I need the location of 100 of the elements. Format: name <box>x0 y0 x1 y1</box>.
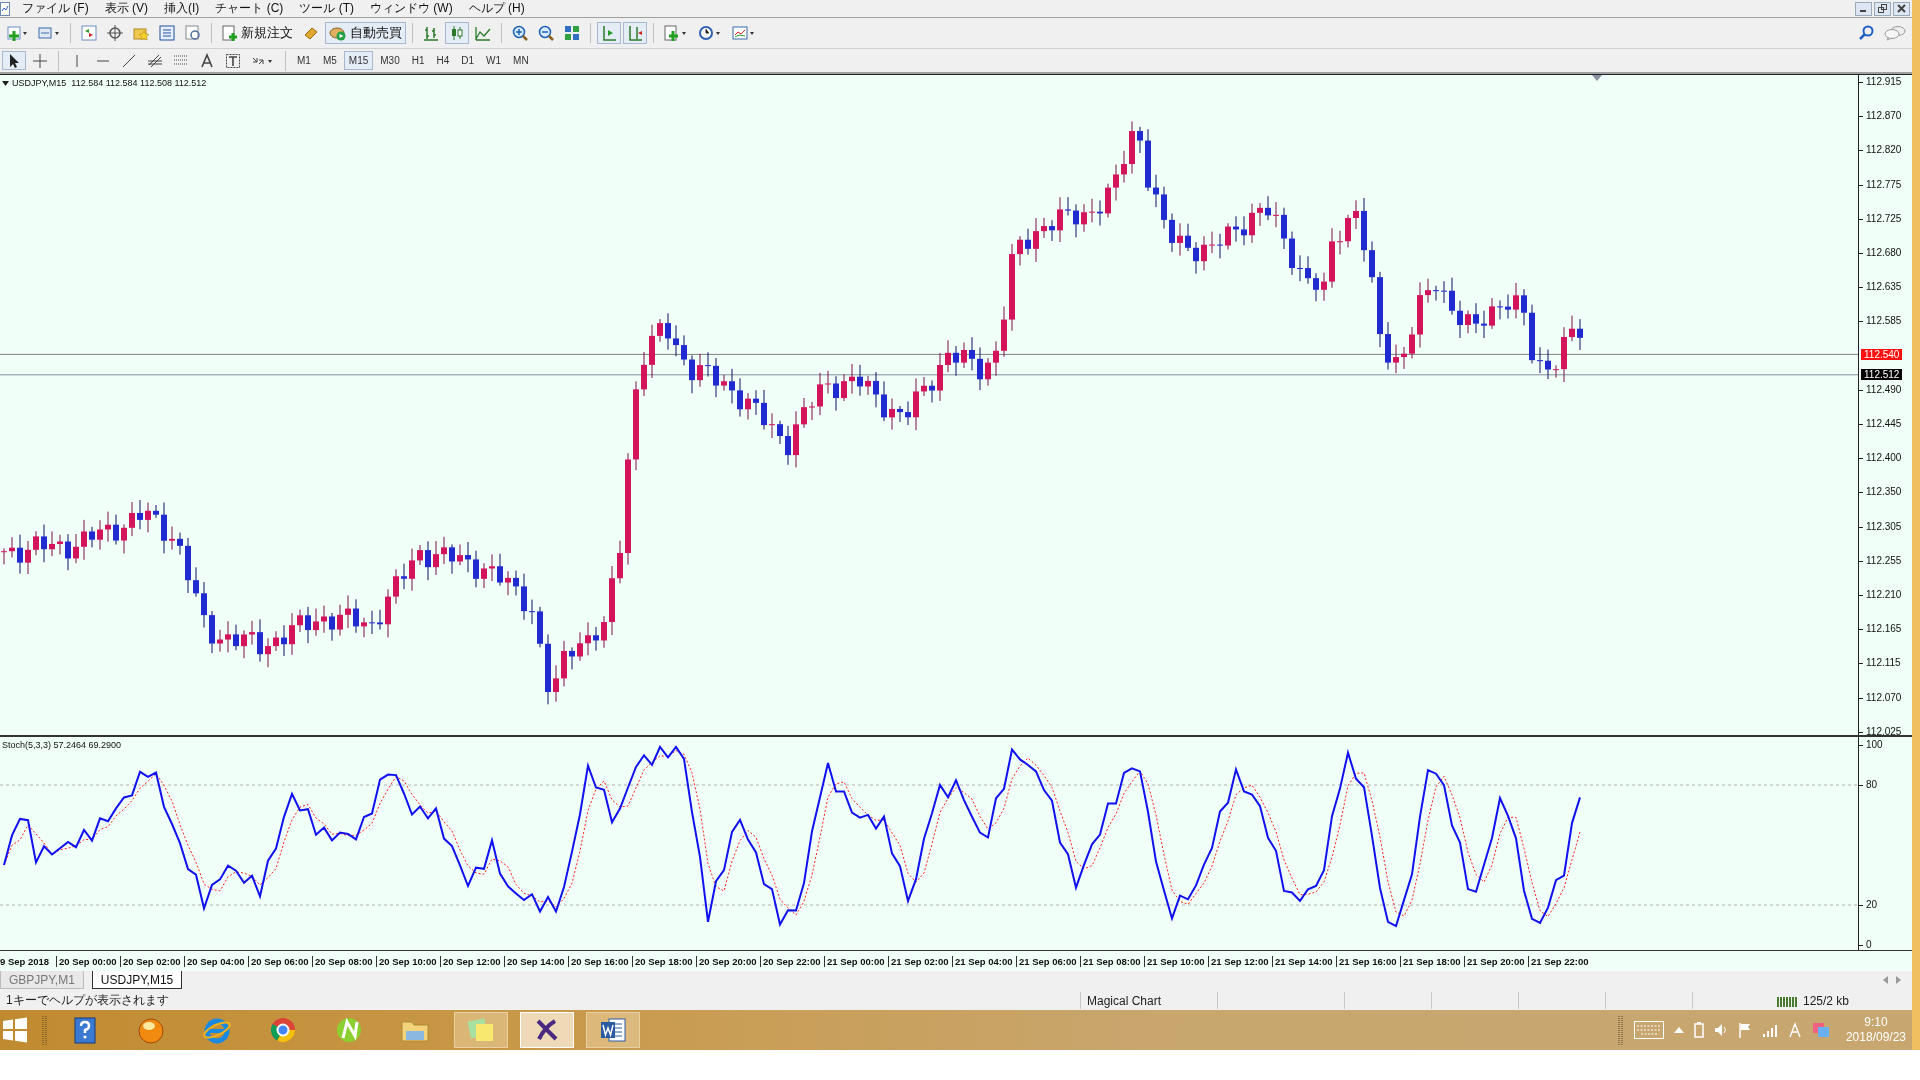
price-label: 112.680 <box>1862 247 1902 259</box>
candlestick-button[interactable] <box>445 22 469 44</box>
menu-item[interactable]: 挿入(I) <box>158 0 210 17</box>
line-chart-icon <box>475 25 491 41</box>
battery-icon <box>1693 1022 1704 1038</box>
traffic-text: 125/2 kb <box>1803 993 1850 1008</box>
close-icon <box>1897 4 1906 13</box>
time-label: 21 Sep 18:00 <box>1400 955 1464 967</box>
auto-scroll-icon <box>601 25 617 41</box>
ask-price-marker: 112.540 <box>1861 349 1903 360</box>
time-label: 20 Sep 14:00 <box>504 955 568 967</box>
menu-item[interactable]: ツール (T) <box>293 0 364 17</box>
start-icon[interactable] <box>2 1017 28 1043</box>
time-label: 21 Sep 14:00 <box>1272 955 1336 967</box>
menu-item[interactable]: ヘルプ (H) <box>462 0 535 17</box>
clock-date: 2018/09/23 <box>1845 1030 1906 1045</box>
level-label: 0 <box>1862 939 1872 951</box>
timeframe-button[interactable]: M15 <box>343 51 374 70</box>
flag-icon[interactable] <box>1737 1022 1752 1038</box>
scroll-right-icon[interactable] <box>1896 976 1902 984</box>
clock-time: 9:10 <box>1864 1015 1888 1030</box>
level-label: 100 <box>1862 739 1883 751</box>
chart-shift-icon <box>627 25 643 41</box>
keyboard-icon[interactable] <box>1633 1021 1664 1039</box>
time-label: 21 Sep 04:00 <box>952 955 1016 967</box>
level-label: 80 <box>1862 779 1878 791</box>
caret-up-icon[interactable] <box>1673 1027 1684 1033</box>
price-label: 112.725 <box>1862 212 1902 225</box>
indicator-info: Stoch(5,3,3) 57.2464 69.2900 <box>2 740 122 750</box>
price-label: 112.210 <box>1862 589 1902 601</box>
price-label: 112.070 <box>1862 691 1902 704</box>
profile-name: Magical Chart <box>1081 992 1218 1009</box>
time-label: 20 Sep 16:00 <box>568 955 632 967</box>
ime-icon[interactable] <box>1787 1022 1802 1038</box>
document-icon[interactable] <box>586 1012 640 1048</box>
time-label: 21 Sep 10:00 <box>1144 955 1208 967</box>
connection-bars-icon <box>1777 994 1799 1007</box>
x-shape-icon[interactable] <box>520 1012 574 1048</box>
time-label: 21 Sep 06:00 <box>1016 955 1080 967</box>
time-label: 21 Sep 20:00 <box>1464 955 1528 967</box>
close-button[interactable] <box>1893 1 1910 16</box>
price-label: 112.400 <box>1862 452 1902 465</box>
chart-tab[interactable]: GBPJPY,M1 <box>0 971 84 989</box>
timeframe-button[interactable]: M1 <box>292 51 316 70</box>
menu-item[interactable]: ファイル (F) <box>16 0 99 17</box>
chart-shift-button[interactable] <box>623 22 647 44</box>
price-label: 112.025 <box>1862 725 1902 738</box>
time-label: 20 Sep 02:00 <box>120 955 184 967</box>
timeframe-button[interactable]: M30 <box>375 51 405 70</box>
price-label: 112.350 <box>1862 486 1902 499</box>
help-hint: 1キーでヘルプが表示されます <box>0 992 1081 1009</box>
time-label: 9 Sep 2018 <box>0 955 51 967</box>
timeframe-button[interactable]: M5 <box>317 51 342 70</box>
price-label: 112.635 <box>1862 281 1902 294</box>
menu-item[interactable]: ウィンドウ (W) <box>364 0 463 17</box>
price-label: 112.115 <box>1862 657 1901 670</box>
time-label: 20 Sep 06:00 <box>248 955 312 967</box>
price-label: 112.255 <box>1862 554 1902 567</box>
shift-marker-icon[interactable] <box>1592 75 1602 81</box>
price-label: 112.585 <box>1862 315 1902 328</box>
time-label: 21 Sep 00:00 <box>824 955 888 967</box>
auto-scroll-button[interactable] <box>597 22 621 44</box>
cursor-icon[interactable] <box>2 51 26 70</box>
restore-icon <box>1878 4 1887 13</box>
symbol-info: USDJPY,M15 112.584 112.584 112.508 112.512 <box>12 78 207 88</box>
bid-price-marker: 112.512 <box>1861 369 1903 380</box>
minimize-button[interactable] <box>1855 1 1872 16</box>
time-label: 20 Sep 08:00 <box>312 955 376 967</box>
restore-button[interactable] <box>1874 1 1891 16</box>
autotrading-button[interactable]: 自動売買 <box>325 22 406 44</box>
time-label: 20 Sep 04:00 <box>184 955 248 967</box>
time-label: 20 Sep 00:00 <box>56 955 120 967</box>
price-label: 112.305 <box>1862 520 1902 533</box>
time-label: 21 Sep 08:00 <box>1080 955 1144 967</box>
level-label: 20 <box>1862 899 1878 911</box>
grip-icon <box>1617 1015 1624 1045</box>
timeframe-button[interactable]: MN <box>508 51 534 70</box>
speaker-icon[interactable] <box>1713 1023 1728 1037</box>
time-label: 20 Sep 18:00 <box>632 955 696 967</box>
time-label: 20 Sep 22:00 <box>760 955 824 967</box>
document-plus-icon <box>222 25 238 41</box>
timeframe-button[interactable]: W1 <box>481 51 507 70</box>
price-label: 112.165 <box>1862 623 1902 636</box>
timeframe-button[interactable]: D1 <box>456 51 480 70</box>
timeframe-button[interactable]: H1 <box>406 51 430 70</box>
new-order-button[interactable]: 新規注文 <box>218 22 297 44</box>
timeframe-button[interactable]: H4 <box>431 51 455 70</box>
price-label: 112.870 <box>1862 110 1902 123</box>
price-label: 112.775 <box>1862 178 1902 191</box>
grip-icon <box>42 1015 48 1045</box>
time-label: 21 Sep 02:00 <box>888 955 952 967</box>
time-label: 20 Sep 20:00 <box>696 955 760 967</box>
signal-bars-icon <box>1761 1023 1778 1037</box>
time-label: 21 Sep 12:00 <box>1208 955 1272 967</box>
time-label: 20 Sep 10:00 <box>376 955 440 967</box>
chart-tab[interactable]: USDJPY,M15 <box>91 971 183 989</box>
menu-item[interactable]: チャート (C) <box>209 0 294 17</box>
menu-item[interactable]: 表示 (V) <box>98 0 158 17</box>
scroll-left-icon[interactable] <box>1882 976 1888 984</box>
app-icon <box>0 1 10 16</box>
